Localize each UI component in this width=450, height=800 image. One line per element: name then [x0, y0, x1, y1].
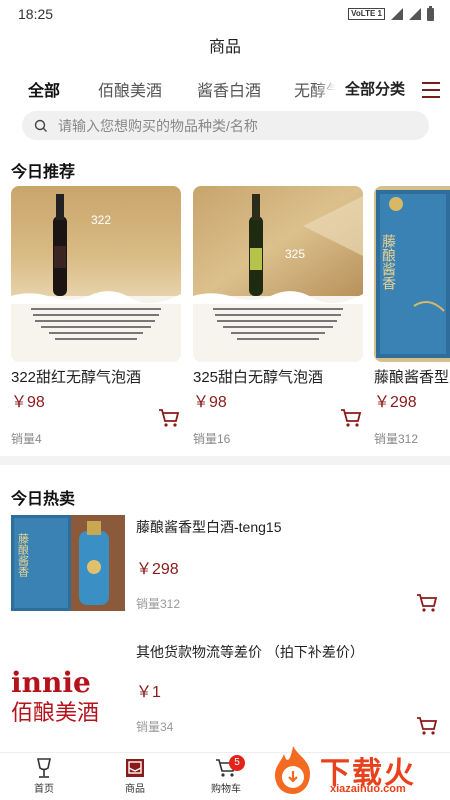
- nav-home-label: 首页: [34, 784, 54, 795]
- product-price: ￥298: [374, 394, 417, 411]
- product-price: ￥98: [193, 394, 227, 411]
- product-image: 藤酿酱香: [11, 515, 125, 611]
- brand-logo-image: innie 佰酿美酒: [11, 662, 125, 726]
- box-label: 藤酿酱香: [380, 234, 396, 290]
- add-to-cart-icon[interactable]: [416, 716, 438, 736]
- product-sales: 销量16: [193, 432, 231, 446]
- watermark-logo: 下载火 xiazaihuo.com: [264, 744, 450, 800]
- product-name: 其他货款物流等差价 （拍下补差价）: [136, 644, 364, 660]
- label-322: 322: [91, 213, 111, 227]
- product-price: ￥1: [136, 684, 161, 701]
- recommend-section-title: 今日推荐: [11, 164, 76, 181]
- product-sales: 销量312: [374, 432, 419, 446]
- box-label: 藤酿酱香: [17, 533, 30, 578]
- top-bar: 商品: [0, 30, 450, 66]
- add-to-cart-icon[interactable]: [416, 593, 438, 613]
- page-title: 商品: [208, 39, 241, 56]
- all-categories-button[interactable]: 全部分类: [345, 74, 405, 106]
- status-bar: 18:25 VoLTE 1: [0, 0, 450, 28]
- add-to-cart-icon[interactable]: [158, 408, 180, 428]
- nav-cart[interactable]: 5 购物车: [196, 755, 256, 795]
- tab-jiangxiang-baijiu[interactable]: 酱香白酒: [197, 74, 261, 110]
- signal-icon: [409, 8, 421, 20]
- product-name: 322甜红无醇气泡酒: [11, 369, 142, 386]
- product-name: 325甜白无醇气泡酒: [193, 369, 324, 386]
- tab-bainiang-wine[interactable]: 佰酿美酒: [98, 74, 162, 110]
- wine-glass-icon: [37, 758, 51, 778]
- goods-box-icon: [126, 759, 144, 777]
- add-to-cart-icon[interactable]: [340, 408, 362, 428]
- product-price: ￥98: [11, 394, 45, 411]
- product-price: ￥298: [136, 561, 179, 578]
- menu-icon[interactable]: [422, 82, 440, 98]
- tab-all[interactable]: 全部: [28, 74, 60, 110]
- product-sales: 销量4: [11, 432, 42, 446]
- flame-icon: [275, 746, 310, 794]
- product-card[interactable]: 325 325甜白无醇气泡酒 ￥98 销量16: [193, 186, 363, 447]
- product-name: 藤酿酱香型白酒-teng15: [136, 519, 282, 535]
- section-divider: [0, 456, 450, 465]
- recommend-carousel[interactable]: 322 322甜红无醇气泡酒 ￥98 销量4 325 325甜白无醇气泡酒 ￥9…: [0, 186, 450, 454]
- search-icon: [34, 119, 47, 132]
- hot-product-row[interactable]: innie 佰酿美酒 其他货款物流等差价 （拍下补差价） ￥1 销量34: [0, 640, 450, 750]
- nav-home[interactable]: 首页: [14, 757, 74, 795]
- product-sales: 销量34: [136, 720, 174, 734]
- watermark-url: xiazaihuo.com: [330, 783, 406, 795]
- nav-cart-label: 购物车: [211, 784, 241, 795]
- product-name: 藤酿酱香型白酒-teng15: [374, 369, 450, 386]
- category-tabs: 全部 佰酿美酒 酱香白酒 无醇气泡酒 全部分类: [0, 74, 450, 110]
- signal-4g-icon: [391, 8, 403, 20]
- tab-non-alcoholic-sparkling[interactable]: 无醇气泡酒: [290, 74, 336, 110]
- tab-non-alcoholic-sparkling-label: 无醇气泡酒: [294, 83, 336, 100]
- nav-goods-label: 商品: [125, 784, 145, 795]
- cart-count-badge: 5: [229, 755, 245, 771]
- logo-text-top: innie: [11, 666, 91, 699]
- search-input[interactable]: [58, 117, 388, 134]
- label-325: 325: [285, 247, 305, 261]
- system-icons: VoLTE 1: [348, 5, 434, 21]
- product-card[interactable]: 藤酿酱香 藤酿酱香型白酒-teng15 ￥298 销量312: [374, 186, 450, 447]
- hot-section-title: 今日热卖: [11, 491, 76, 508]
- product-image: 325: [193, 186, 363, 362]
- hot-product-row[interactable]: 藤酿酱香 藤酿酱香型白酒-teng15 ￥298 销量312: [0, 515, 450, 625]
- product-image: 藤酿酱香: [374, 186, 450, 362]
- logo-text-bottom: 佰酿美酒: [11, 701, 99, 726]
- status-time: 18:25: [18, 6, 54, 22]
- nav-goods[interactable]: 商品: [105, 757, 165, 795]
- product-card[interactable]: 322 322甜红无醇气泡酒 ￥98 销量4: [11, 186, 181, 447]
- product-sales: 销量312: [136, 597, 181, 611]
- volte-indicator: VoLTE 1: [348, 8, 385, 20]
- search-bar[interactable]: [22, 111, 429, 140]
- product-image: 322: [11, 186, 181, 362]
- battery-icon: [427, 5, 434, 21]
